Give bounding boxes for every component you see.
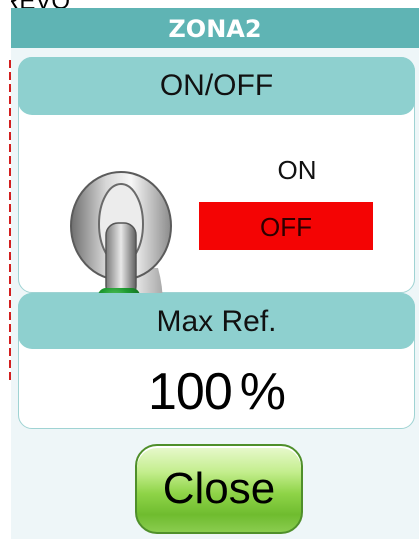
zone-dialog-screen: REVO ZONA2 ON/OFF ON OFF (0, 0, 419, 539)
onoff-label: ON/OFF (18, 57, 415, 115)
max-ref-value: 100 (147, 363, 233, 421)
max-ref-unit: % (239, 363, 286, 421)
status-off-indicator: OFF (199, 202, 373, 250)
max-ref-section: Max Ref. 100% (18, 293, 415, 429)
zone-panel: ZONA2 ON/OFF ON OFF Max Ref. 100 % Close (11, 8, 419, 539)
close-button[interactable]: Close (135, 444, 303, 534)
max-ref-label: Max Ref. (18, 293, 415, 349)
panel-title: ZONA2 (11, 8, 419, 48)
max-ref-value-display: 100% (19, 362, 414, 422)
status-on-label: ON (277, 155, 317, 185)
onoff-section: ON/OFF ON OFF (18, 57, 415, 357)
